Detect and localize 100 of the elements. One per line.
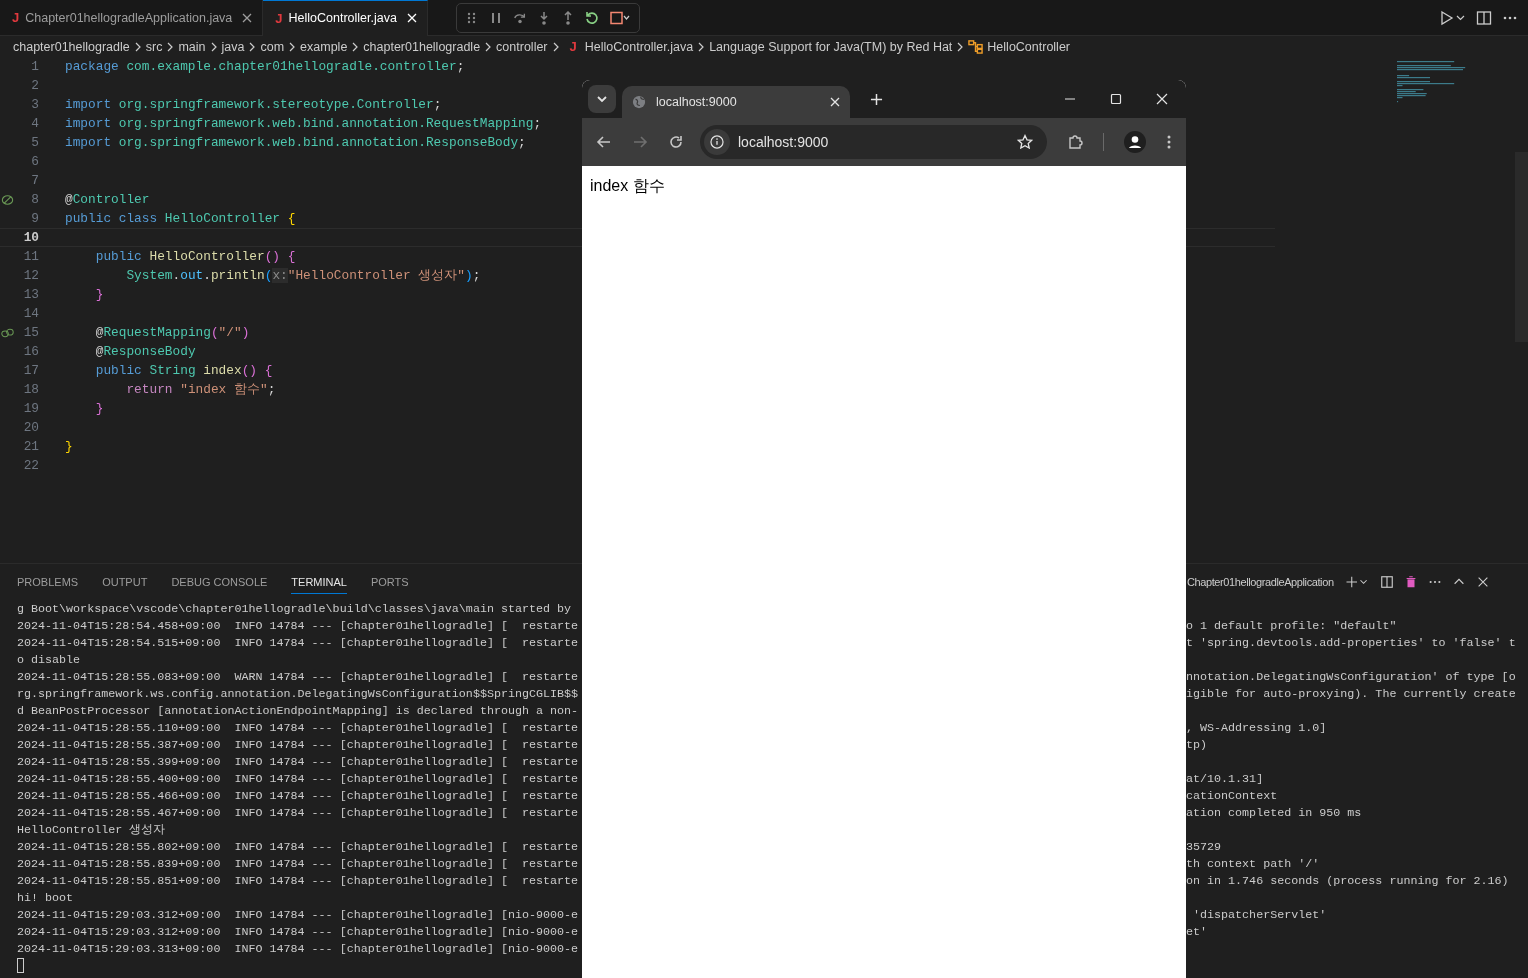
panel-tab[interactable]: PROBLEMS <box>17 570 79 594</box>
terminal-line: 2024-11-04T15:28:55.399+09:00 INFO 14784 --- [chapter01hellogradle] [ restarte <box>17 754 580 769</box>
address-bar[interactable]: localhost:9000 <box>700 125 1047 159</box>
puzzle-icon[interactable] <box>1067 134 1083 150</box>
line-number: 21 <box>22 439 39 454</box>
terminal-line: th context path '/' <box>1186 856 1320 871</box>
panel-tab[interactable]: TERMINAL <box>291 570 347 594</box>
code-line: @RequestMapping("/") <box>94 325 250 340</box>
code-line: @Controller <box>65 192 150 207</box>
browser-tab[interactable]: localhost:9000 <box>622 86 850 118</box>
line-number: 3 <box>30 97 39 112</box>
breadcrumb-item[interactable]: controller <box>496 39 548 54</box>
menu-icon[interactable] <box>1166 134 1172 150</box>
terminal-line: cationContext <box>1186 788 1278 803</box>
line-number: 16 <box>22 344 39 359</box>
panel-tab[interactable]: OUTPUT <box>102 570 148 594</box>
code-line: @ResponseBody <box>94 344 196 359</box>
terminal-line: o 1 default profile: "default" <box>1186 618 1397 633</box>
line-number: 15 <box>22 325 39 340</box>
terminal-line: 2024-11-04T15:28:55.466+09:00 INFO 14784 --- [chapter01hellogradle] [ restarte <box>17 788 580 803</box>
terminal-line: 2024-11-04T15:28:54.458+09:00 INFO 14784 --- [chapter01hellogradle] [ restarte <box>17 618 580 633</box>
terminal-line: 2024-11-04T15:29:03.312+09:00 INFO 14784 --- [chapter01hellogradle] [nio-9000-e <box>17 924 580 939</box>
breadcrumb-item[interactable]: HelloController.java <box>584 39 694 54</box>
reload-icon[interactable] <box>668 134 684 150</box>
panel-tab[interactable]: PORTS <box>370 570 409 594</box>
terminal-line: 2024-11-04T15:28:55.839+09:00 INFO 14784 --- [chapter01hellogradle] [ restarte <box>17 856 580 871</box>
java-file-icon: J <box>275 10 283 26</box>
line-number: 7 <box>30 173 39 188</box>
terminal-line: 2024-11-04T15:28:55.802+09:00 INFO 14784 --- [chapter01hellogradle] [ restarte <box>17 839 580 854</box>
chevron-icon <box>166 40 175 53</box>
breadcrumb-item[interactable]: Language Support for Java(TM) by Red Hat <box>709 39 953 54</box>
terminal-line: , WS-Addressing 1.0] <box>1186 720 1327 735</box>
line-number: 18 <box>22 382 39 397</box>
terminal-line: 2024-11-04T15:28:55.387+09:00 INFO 14784 --- [chapter01hellogradle] [ restarte <box>17 737 580 752</box>
terminal-line: 2024-11-04T15:29:03.312+09:00 INFO 14784 --- [chapter01hellogradle] [nio-9000-e <box>17 907 580 922</box>
line-number: 17 <box>22 363 39 378</box>
terminal-line: 2024-11-04T15:28:55.110+09:00 INFO 14784 --- [chapter01hellogradle] [ restarte <box>17 720 580 735</box>
terminal-line: nnotation.DelegatingWsConfiguration' of type [o <box>1186 669 1516 684</box>
globe-icon <box>632 95 646 109</box>
line-number: 6 <box>30 154 39 169</box>
chevron-icon <box>209 40 218 53</box>
code-line: System.out.println(x:"HelloController 생성자"); <box>125 267 481 284</box>
line-number: 20 <box>22 420 39 435</box>
terminal-line: 'dispatcherServlet' <box>1192 907 1327 922</box>
code-line: import org.springframework.stereotype.Controller; <box>65 97 442 112</box>
terminal-line: 2024-11-04T15:28:55.083+09:00 WARN 14784 --- [chapter01hellogradle] [ restarte <box>17 669 580 684</box>
chevron-icon <box>697 40 706 53</box>
line-number: 9 <box>30 211 39 226</box>
chevron-icon <box>484 40 493 53</box>
code-line: } <box>94 401 104 416</box>
java-file-icon: J <box>12 10 20 25</box>
code-line: } <box>65 439 73 454</box>
back-icon[interactable] <box>596 134 612 150</box>
class-icon <box>968 39 984 54</box>
terminal-line: d BeanPostProcessor [annotationActionEndpointMapping] is declared through a non- <box>17 703 580 718</box>
breadcrumb-item[interactable]: com <box>260 39 285 54</box>
stop-icon[interactable] <box>608 10 631 25</box>
terminal-line: tp) <box>1186 737 1208 752</box>
breadcrumb-item[interactable]: chapter01hellogradle <box>13 39 130 54</box>
chevron-icon <box>956 40 965 53</box>
line-number: 2 <box>30 78 39 93</box>
terminal-line: 2024-11-04T15:28:54.515+09:00 INFO 14784 --- [chapter01hellogradle] [ restarte <box>17 635 580 650</box>
line-number: 12 <box>22 268 39 283</box>
terminal-line: g Boot\workspace\vscode\chapter01hellogradle\build\classes\java\main started by <box>17 601 573 616</box>
line-number: 4 <box>30 116 39 131</box>
maximize-icon[interactable] <box>1110 93 1122 105</box>
info-icon[interactable] <box>704 129 730 155</box>
breadcrumb-item[interactable]: example <box>300 39 348 54</box>
bookmark-star-icon[interactable] <box>1017 134 1033 150</box>
terminal-line: rg.springframework.ws.config.annotation.DelegatingWsConfiguration$$SpringCGLIB$$ <box>17 686 580 701</box>
breadcrumb-item[interactable]: java <box>221 39 245 54</box>
tab-list-button[interactable] <box>588 85 616 113</box>
terminal-line: 2024-11-04T15:28:55.400+09:00 INFO 14784 --- [chapter01hellogradle] [ restarte <box>17 771 580 786</box>
split-terminal-icon[interactable] <box>1379 575 1394 589</box>
run-icon[interactable] <box>1440 9 1466 26</box>
breadcrumb-item[interactable]: src <box>145 39 163 54</box>
terminal-cursor <box>17 958 24 973</box>
code-line: public class HelloController { <box>65 211 296 226</box>
new-tab-icon[interactable] <box>870 92 883 106</box>
bean-icon[interactable] <box>0 193 14 206</box>
line-number: 10 <box>22 230 39 245</box>
terminal-line: HelloController 생성자 <box>17 822 167 837</box>
link-icon[interactable] <box>0 326 14 339</box>
terminal-line: t 'spring.devtools.add-properties' to 'false' t <box>1186 635 1516 650</box>
split-editor-icon[interactable] <box>1476 9 1492 26</box>
chevron-icon <box>133 40 142 53</box>
terminal-line: igible for auto-proxying). The currently create <box>1186 686 1516 701</box>
editor-tab[interactable]: J HelloController.java <box>263 0 428 36</box>
profile-avatar[interactable] <box>1124 131 1146 153</box>
breadcrumb-item[interactable]: main <box>178 39 206 54</box>
terminal-name[interactable]: Chapter01hellogradleApplication <box>1187 576 1334 588</box>
java-file-icon: J <box>569 39 577 54</box>
close-icon[interactable] <box>242 12 253 23</box>
panel-tab[interactable]: DEBUG CONSOLE <box>171 570 268 594</box>
code-line: } <box>94 287 104 302</box>
chevron-icon <box>288 40 297 53</box>
terminal-line: ation completed in 950 ms <box>1186 805 1362 820</box>
breadcrumb-item[interactable]: HelloController <box>987 39 1071 54</box>
restart-icon[interactable] <box>584 10 599 25</box>
breadcrumb-item[interactable]: chapter01hellogradle <box>363 39 481 54</box>
